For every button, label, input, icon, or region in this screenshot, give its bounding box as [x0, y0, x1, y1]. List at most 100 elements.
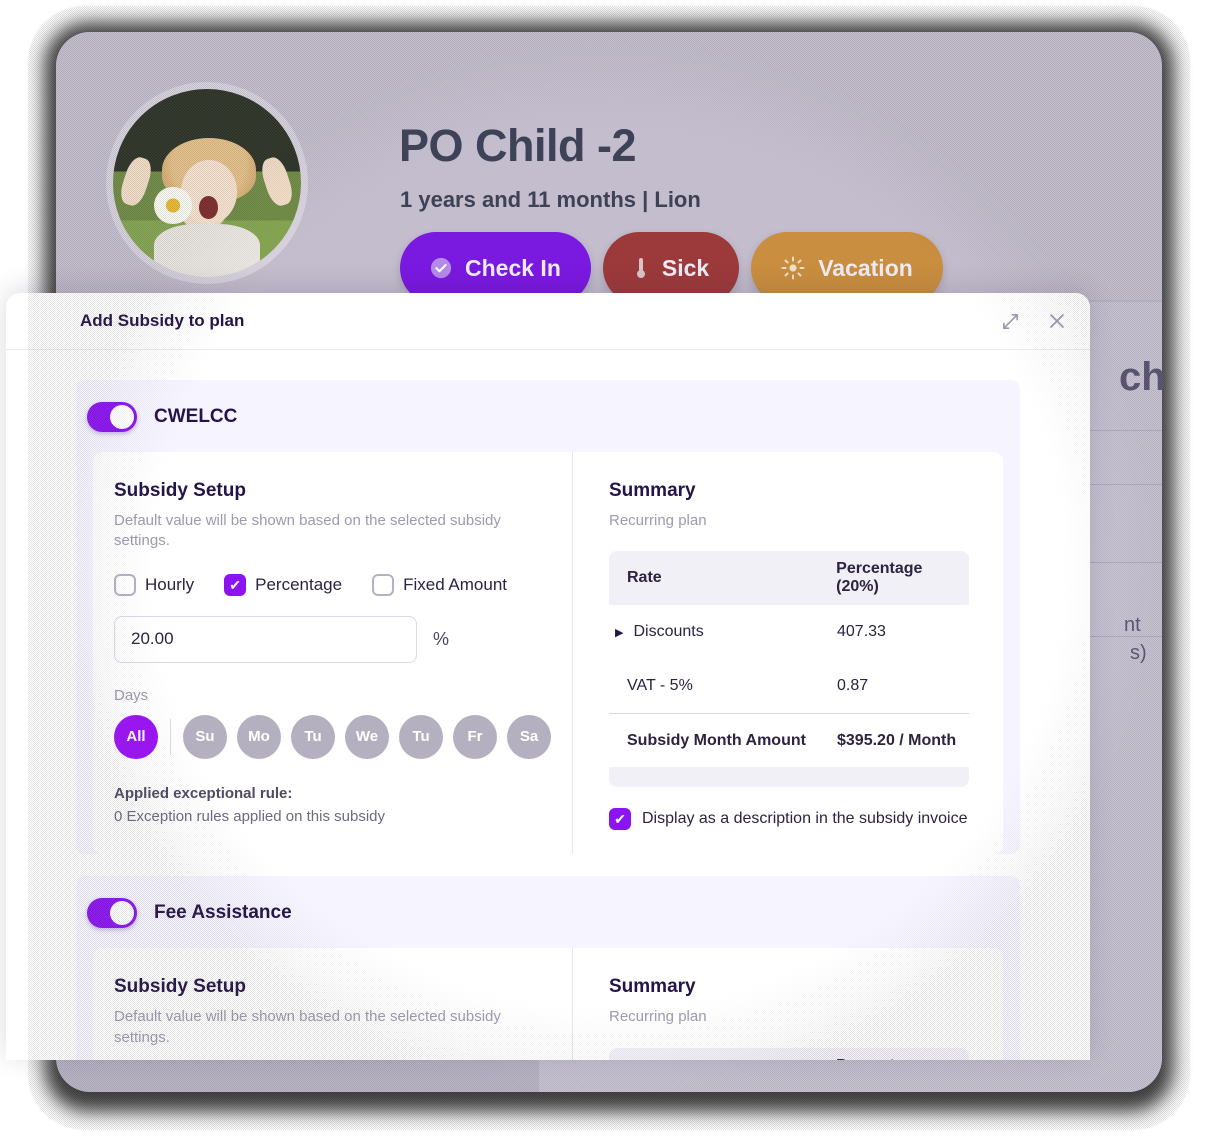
checkbox-icon: ✔ — [372, 573, 395, 596]
day-pill-we[interactable]: We — [345, 714, 389, 759]
avatar — [106, 82, 308, 284]
summary-key: Subsidy Month Amount — [627, 731, 806, 749]
applied-rule-text: 0 Exception rules applied on this subsid… — [114, 807, 385, 825]
modal-body: CWELCC Subsidy Setup Default value will … — [6, 350, 1090, 1060]
subsidy-card: Subsidy Setup Default value will be show… — [93, 948, 1003, 1060]
subsidy-summary-column: Summary Recurring plan Rate Percentage (… — [573, 452, 1003, 854]
expand-arrows-icon[interactable] — [1001, 312, 1020, 331]
avatar-arm-left — [117, 154, 156, 209]
vacation-label: Vacation — [818, 254, 913, 281]
subsidy-setup-subtitle: Default value will be shown based on the… — [114, 512, 501, 550]
add-subsidy-modal: Add Subsidy to plan CWELCC Subsidy Setup… — [6, 293, 1090, 1060]
profile-header: PO Child -2 1 years and 11 months | Lion… — [56, 32, 1162, 304]
page-title: PO Child -2 — [399, 120, 637, 171]
check-in-label: Check In — [465, 254, 561, 281]
day-pill-fr[interactable]: Fr — [453, 714, 497, 759]
checkbox-icon: ✔ — [224, 573, 247, 596]
avatar-shirt — [154, 224, 260, 277]
summary-key: VAT - 5% — [627, 677, 693, 695]
percent-unit-label: % — [433, 628, 450, 649]
subsidy-name: Fee Assistance — [154, 902, 292, 924]
modal-header: Add Subsidy to plan — [6, 293, 1090, 350]
avatar-arm-right — [258, 154, 297, 209]
days-label: Days — [114, 686, 149, 704]
display-description-row[interactable]: ✔ Display as a description in the subsid… — [609, 808, 969, 831]
summary-subtitle: Recurring plan — [609, 1008, 707, 1026]
rate-type-checkboxes: ✔ Hourly ✔ Percentage ✔ Fixed Amount — [114, 573, 572, 596]
summary-table: Rate Percentage (20%) ▶ Discounts 407.33 — [609, 551, 969, 788]
summary-value: $395.20 / Month — [837, 731, 957, 749]
check-icon: ✔ — [614, 811, 626, 828]
modal-header-actions — [1001, 310, 1068, 332]
background-text-fragment: ch — [1119, 355, 1166, 399]
modal-title: Add Subsidy to plan — [80, 311, 245, 330]
rate-type-label: Percentage — [255, 574, 343, 594]
summary-table-footer — [609, 767, 969, 788]
summary-value: 0.87 — [837, 677, 869, 695]
subsidy-summary-column: Summary Recurring plan Rate Percentage (… — [573, 948, 1003, 1060]
summary-value: Percentage (20%) — [836, 1057, 969, 1061]
subsidy-header: Fee Assistance — [76, 876, 1020, 948]
checkbox-icon: ✔ — [609, 808, 631, 831]
summary-title: Summary — [609, 976, 696, 998]
subsidy-header: CWELCC — [76, 380, 1020, 452]
day-pill-th[interactable]: Tu — [399, 714, 443, 759]
subsidy-setup-title: Subsidy Setup — [114, 480, 246, 501]
sick-label: Sick — [661, 254, 710, 281]
subsidy-setup-column: Subsidy Setup Default value will be show… — [93, 452, 573, 855]
close-icon[interactable] — [1046, 310, 1068, 332]
subsidy-card: Subsidy Setup Default value will be show… — [93, 452, 1003, 855]
screenshot-root: PO Child -2 1 years and 11 months | Lion… — [0, 0, 1209, 1140]
summary-row-discounts[interactable]: ▶ Discounts 407.33 — [609, 605, 969, 659]
display-description-label: Display as a description in the subsidy … — [642, 810, 968, 828]
summary-subtitle: Recurring plan — [609, 512, 707, 529]
rate-type-hourly[interactable]: ✔ Hourly — [114, 573, 195, 596]
applied-rule-title: Applied exceptional rule: — [114, 784, 293, 802]
summary-key: Rate — [627, 569, 662, 587]
subsidy-setup-title: Subsidy Setup — [114, 976, 246, 998]
subsidy-block-fee-assistance: Fee Assistance Subsidy Setup Default val… — [76, 876, 1020, 1060]
background-text-fragment: nt — [1124, 614, 1141, 636]
summary-row-vat: VAT - 5% 0.87 — [609, 659, 969, 713]
days-selector: All Su Mo Tu We Tu Fr Sa — [114, 714, 572, 759]
check-circle-icon — [430, 257, 452, 279]
thermometer-icon — [633, 256, 649, 280]
avatar-daisy — [154, 186, 192, 225]
rate-type-fixed-amount[interactable]: ✔ Fixed Amount — [372, 573, 508, 596]
summary-key: ▶ Discounts — [609, 623, 837, 641]
day-pill-tu[interactable]: Tu — [291, 714, 335, 759]
summary-value: 407.33 — [837, 623, 886, 641]
summary-key-label: Discounts — [633, 623, 704, 641]
rate-type-label: Fixed Amount — [403, 574, 508, 594]
day-pill-all[interactable]: All — [114, 714, 158, 759]
subsidy-name: CWELCC — [154, 406, 238, 427]
summary-title: Summary — [609, 480, 696, 501]
toggle-knob — [110, 901, 134, 926]
profile-subtitle: 1 years and 11 months | Lion — [400, 187, 701, 212]
checkbox-icon: ✔ — [114, 573, 136, 596]
day-pill-su[interactable]: Su — [183, 714, 227, 759]
check-icon: ✔ — [229, 576, 241, 593]
subsidy-toggle-cwelcc[interactable] — [87, 402, 137, 432]
subsidy-setup-subtitle: Default value will be shown based on the… — [114, 1008, 501, 1046]
subsidy-setup-column: Subsidy Setup Default value will be show… — [93, 948, 573, 1060]
rate-type-label: Hourly — [145, 574, 195, 594]
day-pill-mo[interactable]: Mo — [237, 714, 281, 759]
subsidy-block-cwelcc: CWELCC Subsidy Setup Default value will … — [76, 380, 1020, 855]
avatar-mouth — [199, 196, 219, 219]
summary-table: Rate Percentage (20%) — [609, 1047, 969, 1061]
summary-row-rate: Rate Percentage (20%) — [609, 551, 969, 606]
toggle-knob — [110, 405, 134, 429]
subsidy-value-input[interactable] — [114, 615, 417, 663]
summary-value: Percentage (20%) — [836, 560, 923, 596]
background-text-fragment: s) — [1130, 642, 1147, 664]
chevron-right-icon[interactable]: ▶ — [615, 626, 623, 639]
rate-type-percentage[interactable]: ✔ Percentage — [224, 573, 343, 596]
day-pill-sa[interactable]: Sa — [507, 714, 551, 759]
summary-row-total: Subsidy Month Amount $395.20 / Month — [609, 713, 969, 767]
summary-row-rate: Rate Percentage (20%) — [609, 1047, 969, 1061]
days-divider — [170, 718, 171, 755]
sun-icon — [781, 256, 805, 280]
subsidy-toggle-fee-assistance[interactable] — [87, 898, 137, 929]
subsidy-value-row: % — [114, 615, 572, 663]
